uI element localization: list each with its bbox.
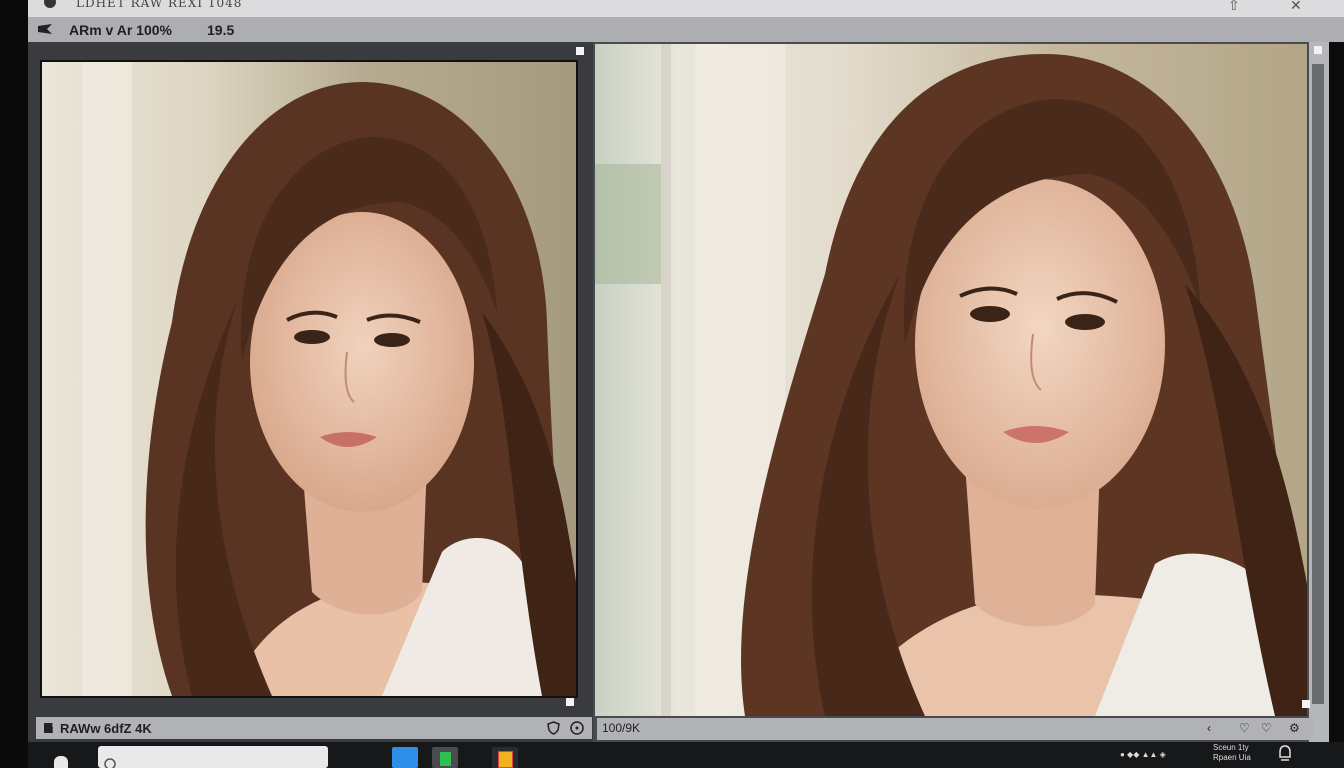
minimize-button[interactable]: ⇧ bbox=[1228, 0, 1240, 14]
right-status-bar: 100/9K ‹ ♡ ♡ ⚙ bbox=[597, 718, 1313, 740]
info-icon[interactable]: ‹ bbox=[1207, 721, 1211, 735]
corner-handle[interactable] bbox=[1314, 46, 1322, 54]
portrait-image bbox=[42, 62, 576, 696]
monitor-bezel bbox=[0, 0, 28, 768]
app-icon bbox=[44, 0, 56, 8]
green-app-icon bbox=[440, 752, 451, 766]
left-image-frame bbox=[40, 60, 578, 698]
tray-icons[interactable]: ● ◆◆ ▲▲ ◈ bbox=[1120, 750, 1166, 759]
search-icon bbox=[104, 758, 116, 768]
taskbar: ● ◆◆ ▲▲ ◈ Sceun 1ty Rpaen Uia bbox=[28, 742, 1344, 768]
left-image-pane bbox=[28, 42, 593, 742]
tray-line-2: Rpaen Uia bbox=[1213, 753, 1251, 762]
explorer-app-icon[interactable] bbox=[392, 747, 418, 768]
tray-line-1: Sceun 1ty bbox=[1213, 743, 1249, 752]
left-status-text: RAWw 6dfZ 4K bbox=[60, 721, 152, 736]
vertical-scrollbar[interactable] bbox=[1309, 42, 1329, 742]
portrait-image-render bbox=[42, 62, 576, 696]
settings-icon[interactable]: ⚙ bbox=[1289, 721, 1300, 735]
heart-icon[interactable]: ♡ bbox=[1239, 721, 1250, 735]
left-status-bar: i RAWw 6dfZ 4K bbox=[36, 717, 592, 739]
notification-icon[interactable] bbox=[1278, 744, 1292, 762]
portrait-image-large-render bbox=[595, 44, 1307, 716]
close-button[interactable]: ✕ bbox=[1290, 0, 1302, 14]
window-titlebar: LDHET RAW REXI 1048 ⇧ ✕ bbox=[28, 0, 1344, 17]
start-icon[interactable] bbox=[54, 756, 68, 768]
orange-app-icon bbox=[498, 751, 513, 768]
corner-handle[interactable] bbox=[566, 698, 574, 706]
scrollbar-thumb[interactable] bbox=[1312, 64, 1324, 704]
portrait-image-large bbox=[595, 44, 1307, 716]
heart-icon[interactable]: ♡ bbox=[1261, 721, 1272, 735]
corner-handle[interactable] bbox=[576, 47, 584, 55]
play-icon[interactable] bbox=[38, 24, 52, 34]
search-box[interactable] bbox=[98, 746, 328, 768]
zoom-value[interactable]: 19.5 bbox=[207, 22, 234, 38]
corner-handle[interactable] bbox=[1302, 700, 1310, 708]
orange-app-button[interactable] bbox=[492, 747, 518, 768]
right-image-pane bbox=[593, 42, 1329, 742]
window-title: LDHET RAW REXI 1048 bbox=[76, 0, 243, 10]
right-status-text: 100/9K bbox=[602, 721, 641, 735]
left-status-prefix: i bbox=[50, 721, 54, 736]
green-app-button[interactable] bbox=[432, 747, 458, 768]
help-icon[interactable] bbox=[570, 721, 584, 735]
view-mode-label[interactable]: ARm v Ar 100% bbox=[69, 22, 172, 38]
toolbar: ARm v Ar 100% 19.5 bbox=[28, 17, 1344, 42]
shield-icon[interactable] bbox=[547, 721, 560, 735]
